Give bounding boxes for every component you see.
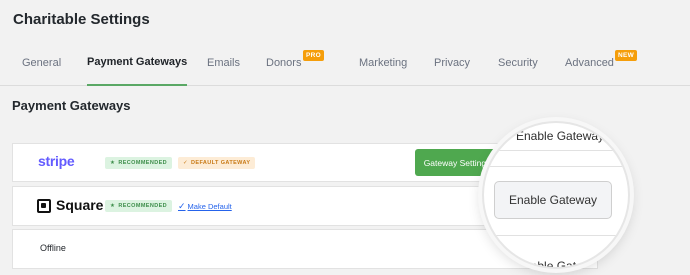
section-title: Payment Gateways bbox=[12, 98, 131, 113]
offline-label: Offline bbox=[40, 243, 66, 253]
tab-marketing[interactable]: Marketing bbox=[359, 40, 407, 86]
square-logo-icon bbox=[37, 199, 51, 213]
star-icon: ★ bbox=[110, 203, 116, 209]
star-icon: ★ bbox=[110, 160, 116, 166]
check-icon: ✓ bbox=[178, 201, 186, 211]
tab-donors[interactable]: Donors bbox=[266, 40, 301, 86]
tab-emails[interactable]: Emails bbox=[207, 40, 240, 86]
default-gateway-badge: ✓ DEFAULT GATEWAY bbox=[178, 157, 256, 169]
pro-badge: PRO bbox=[303, 50, 324, 61]
tab-security[interactable]: Security bbox=[498, 40, 538, 86]
divider bbox=[484, 150, 628, 151]
tab-general[interactable]: General bbox=[22, 40, 61, 86]
divider bbox=[484, 235, 628, 236]
settings-tabs: General Payment Gateways Emails Donors P… bbox=[0, 40, 690, 86]
enable-gateway-button[interactable]: Enable Gateway bbox=[494, 181, 612, 219]
make-default-link[interactable]: ✓ Make Default bbox=[178, 201, 232, 212]
stripe-logo: stripe bbox=[38, 153, 75, 169]
tab-privacy[interactable]: Privacy bbox=[434, 40, 470, 86]
recommended-badge: ★ RECOMMENDED bbox=[105, 157, 173, 169]
divider bbox=[484, 166, 628, 167]
recommended-badge: ★ RECOMMENDED bbox=[105, 200, 173, 212]
tab-advanced[interactable]: Advanced bbox=[565, 40, 614, 86]
enable-gateway-text-top: Enable Gateway bbox=[516, 129, 605, 143]
new-badge: NEW bbox=[615, 50, 638, 61]
tab-payment-gateways[interactable]: Payment Gateways bbox=[87, 40, 188, 86]
magnifier-callout: Enable Gateway Enable Gateway Enable Gat… bbox=[482, 121, 630, 269]
square-logo: Square bbox=[56, 197, 104, 213]
page-title: Charitable Settings bbox=[13, 11, 150, 28]
check-icon: ✓ bbox=[183, 160, 189, 166]
